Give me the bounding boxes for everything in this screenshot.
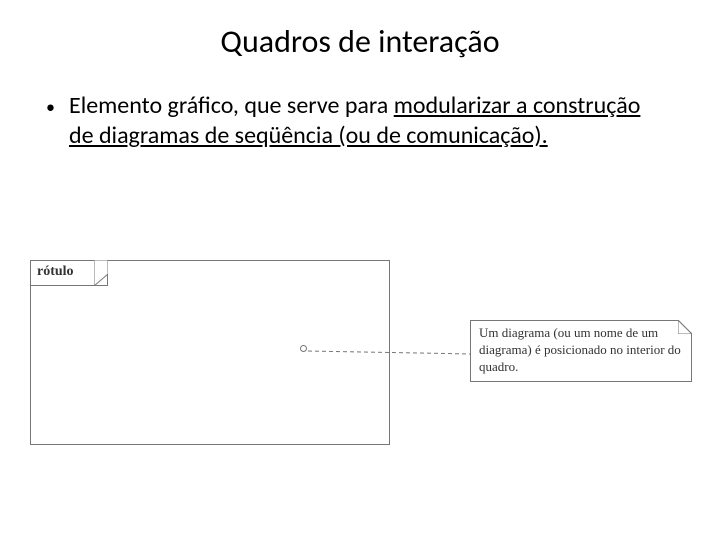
connector-anchor-icon (300, 345, 307, 352)
bullet-dot-icon: • (46, 96, 55, 119)
note-text: Um diagrama (ou um nome de um diagrama) … (479, 325, 681, 374)
bullet-list: • Elemento gráfico, que serve para modul… (0, 81, 720, 151)
bullet-text-plain: Elemento gráfico, que serve para (69, 91, 394, 120)
bullet-item: • Elemento gráfico, que serve para modul… (46, 91, 660, 151)
interaction-frame: rótulo (30, 260, 390, 445)
note-box: Um diagrama (ou um nome de um diagrama) … (470, 320, 692, 382)
diagram-area: rótulo Um diagrama (ou um nome de um dia… (30, 260, 710, 480)
slide-title: Quadros de interação (0, 0, 720, 81)
tab-corner-icon (94, 260, 108, 286)
note-fold-icon (678, 320, 692, 334)
frame-label-tab: rótulo (30, 260, 108, 286)
frame-label-text: rótulo (37, 264, 74, 280)
bullet-text: Elemento gráfico, que serve para modular… (69, 91, 660, 151)
